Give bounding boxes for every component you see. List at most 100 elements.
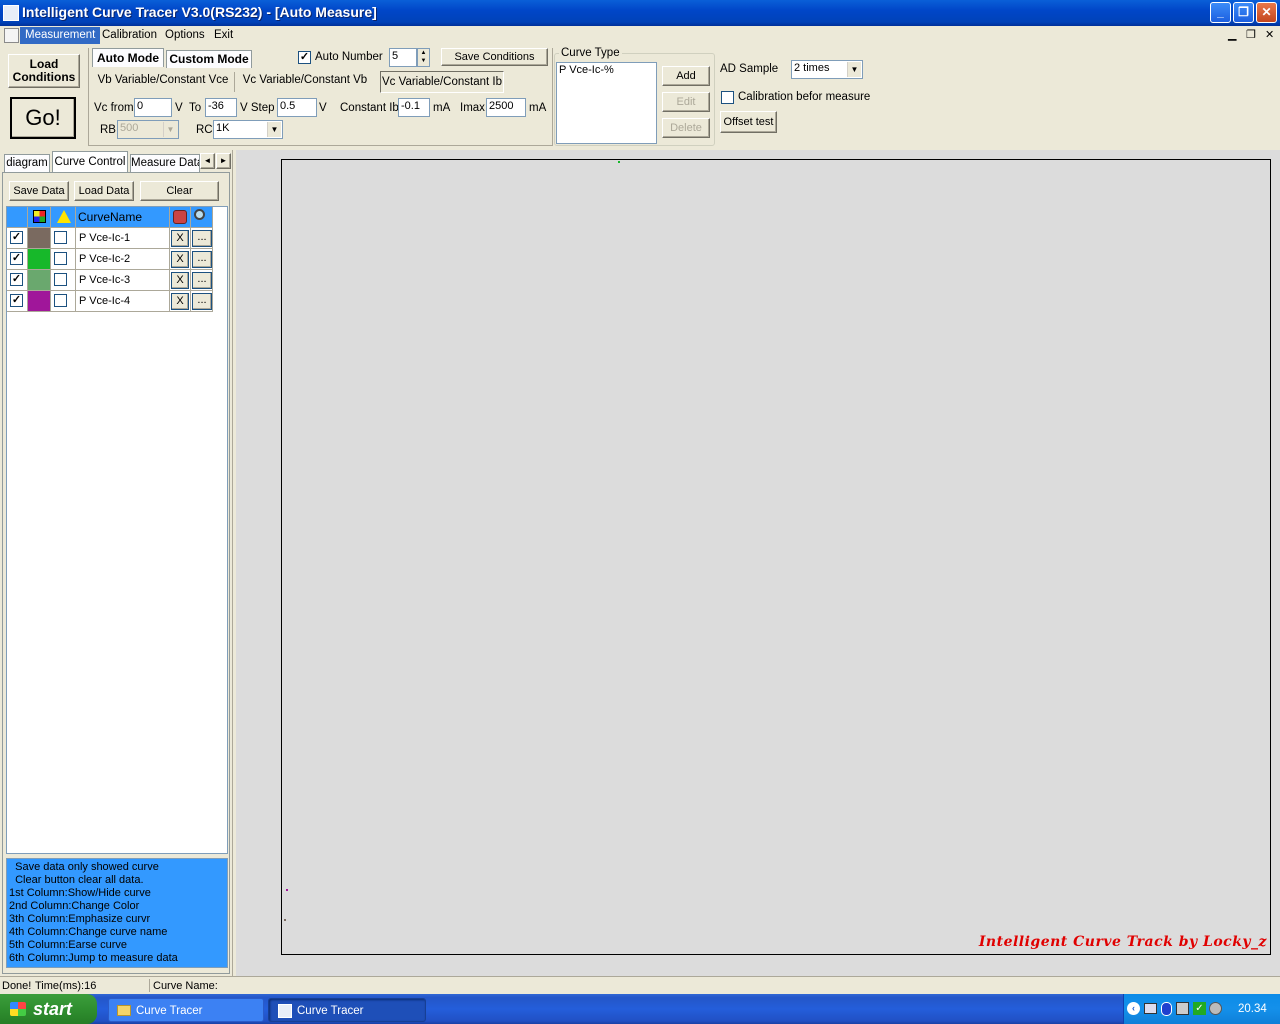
curve-name-cell[interactable]: P Vce-Ic-2: [76, 249, 170, 270]
emphasize-cell[interactable]: [51, 228, 76, 249]
tab-vc-variable-vb[interactable]: Vc Variable/Constant Vb: [238, 70, 372, 92]
jump-to-data-button[interactable]: ...: [192, 251, 212, 268]
emphasize-cell[interactable]: [51, 291, 76, 312]
menu-calibration[interactable]: Calibration: [97, 27, 162, 44]
grid-header-color[interactable]: [28, 207, 51, 228]
emphasize-checkbox[interactable]: [54, 252, 67, 265]
tab-custom-mode[interactable]: Custom Mode: [166, 50, 252, 68]
tab-curve-control[interactable]: Curve Control: [52, 151, 128, 172]
save-data-button[interactable]: Save Data: [9, 181, 69, 201]
show-checkbox[interactable]: ✓: [10, 252, 23, 265]
color-cell[interactable]: [28, 249, 51, 270]
title-bar[interactable]: Intelligent Curve Tracer V3.0(RS232) - […: [0, 0, 1280, 26]
jump-to-data-button[interactable]: ...: [192, 230, 212, 247]
maximize-button[interactable]: ❐: [1233, 2, 1254, 23]
tab-scroll-right-button[interactable]: ►: [216, 153, 231, 169]
show-checkbox[interactable]: ✓: [10, 231, 23, 244]
grid-header-show[interactable]: [7, 207, 28, 228]
curve-type-list[interactable]: P Vce-Ic-%: [556, 62, 657, 144]
mdi-restore-button[interactable]: ❐: [1246, 28, 1256, 41]
rb-select[interactable]: 500 ▼: [117, 120, 179, 139]
show-cell[interactable]: ✓: [7, 291, 28, 312]
edit-button[interactable]: Edit: [662, 92, 710, 112]
plot-area[interactable]: Intelligent Curve Track by Locky_z: [281, 159, 1271, 955]
mdi-close-button[interactable]: ✕: [1265, 28, 1274, 41]
show-checkbox[interactable]: ✓: [10, 273, 23, 286]
delete-button[interactable]: Delete: [662, 118, 710, 138]
load-data-button[interactable]: Load Data: [74, 181, 134, 201]
rc-select[interactable]: 1K ▼: [213, 120, 283, 139]
clear-button[interactable]: Clear: [140, 181, 219, 201]
menu-options[interactable]: Options: [160, 27, 210, 44]
tab-auto-mode[interactable]: Auto Mode: [92, 48, 164, 67]
emphasize-checkbox[interactable]: [54, 294, 67, 307]
grid-header-emphasize[interactable]: [51, 207, 76, 228]
curve-name-cell[interactable]: P Vce-Ic-1: [76, 228, 170, 249]
mdi-child-icon[interactable]: [4, 28, 19, 43]
tab-scroll-left-button[interactable]: ◄: [200, 153, 215, 169]
menu-exit[interactable]: Exit: [209, 27, 238, 44]
add-button[interactable]: Add: [662, 66, 710, 86]
go-button[interactable]: Go!: [10, 97, 76, 139]
table-row[interactable]: ✓ P Vce-Ic-1 X ...: [7, 228, 227, 249]
emphasize-checkbox[interactable]: [54, 273, 67, 286]
auto-number-input[interactable]: 5: [389, 48, 417, 67]
table-row[interactable]: ✓ P Vce-Ic-2 X ...: [7, 249, 227, 270]
imax-input[interactable]: 2500: [486, 98, 526, 117]
emphasize-checkbox[interactable]: [54, 231, 67, 244]
grid-header-erase[interactable]: [170, 207, 191, 228]
minimize-button[interactable]: _: [1210, 2, 1231, 23]
jump-to-data-button[interactable]: ...: [192, 293, 212, 310]
taskbar-item-app[interactable]: Curve Tracer: [268, 998, 426, 1022]
auto-number-checkbox[interactable]: ✓: [298, 51, 311, 64]
check-icon[interactable]: ✓: [1193, 1002, 1206, 1015]
emphasize-cell[interactable]: [51, 270, 76, 291]
color-cell[interactable]: [28, 291, 51, 312]
step-input[interactable]: 0.5: [277, 98, 317, 117]
erase-curve-button[interactable]: X: [171, 251, 189, 268]
bluetooth-icon[interactable]: [1161, 1002, 1172, 1016]
show-checkbox[interactable]: ✓: [10, 294, 23, 307]
printer-icon[interactable]: [1176, 1002, 1189, 1015]
tab-measure-data[interactable]: Measure Data: [130, 154, 200, 172]
table-row[interactable]: ✓ P Vce-Ic-3 X ...: [7, 270, 227, 291]
save-conditions-button[interactable]: Save Conditions: [441, 48, 548, 66]
show-cell[interactable]: ✓: [7, 228, 28, 249]
curve-type-item[interactable]: P Vce-Ic-%: [559, 64, 654, 76]
calibration-checkbox[interactable]: [721, 91, 734, 104]
erase-curve-button[interactable]: X: [171, 230, 189, 247]
taskbar-item-folder[interactable]: Curve Tracer: [108, 998, 264, 1022]
start-button[interactable]: start: [0, 994, 97, 1024]
grid-header-name[interactable]: CurveName: [76, 207, 170, 228]
vc-from-input[interactable]: 0: [134, 98, 172, 117]
data-point: [286, 889, 288, 891]
jump-to-data-button[interactable]: ...: [192, 272, 212, 289]
tab-vb-variable[interactable]: Vb Variable/Constant Vce: [95, 70, 231, 92]
color-cell[interactable]: [28, 228, 51, 249]
auto-number-spinner[interactable]: ▲ ▼: [417, 48, 430, 67]
show-cell[interactable]: ✓: [7, 270, 28, 291]
volume-icon[interactable]: [1209, 1002, 1222, 1015]
curve-name-cell[interactable]: P Vce-Ic-3: [76, 270, 170, 291]
emphasize-cell[interactable]: [51, 249, 76, 270]
grid-header-jump[interactable]: [191, 207, 213, 228]
color-cell[interactable]: [28, 270, 51, 291]
table-row[interactable]: ✓ P Vce-Ic-4 X ...: [7, 291, 227, 312]
close-button[interactable]: ✕: [1256, 2, 1277, 23]
menu-measurement[interactable]: Measurement: [20, 27, 101, 44]
to-input[interactable]: -36: [205, 98, 237, 117]
load-conditions-button[interactable]: Load Conditions: [8, 54, 80, 88]
mdi-minimize-button[interactable]: ▁: [1228, 28, 1236, 41]
erase-curve-button[interactable]: X: [171, 293, 189, 310]
ad-sample-select[interactable]: 2 times ▼: [791, 60, 863, 79]
chevron-left-icon[interactable]: ‹: [1127, 1002, 1140, 1015]
offset-test-button[interactable]: Offset test: [720, 111, 777, 133]
show-cell[interactable]: ✓: [7, 249, 28, 270]
monitor-icon[interactable]: [1144, 1003, 1157, 1014]
tab-diagram[interactable]: diagram: [4, 154, 50, 172]
curve-grid[interactable]: CurveName ✓ P Vce-Ic-1 X ... ✓ P Vce-Ic-…: [6, 206, 228, 854]
constant-ib-input[interactable]: -0.1: [398, 98, 430, 117]
erase-curve-button[interactable]: X: [171, 272, 189, 289]
curve-name-cell[interactable]: P Vce-Ic-4: [76, 291, 170, 312]
tab-vc-variable-ib[interactable]: Vc Variable/Constant Ib: [380, 71, 504, 93]
